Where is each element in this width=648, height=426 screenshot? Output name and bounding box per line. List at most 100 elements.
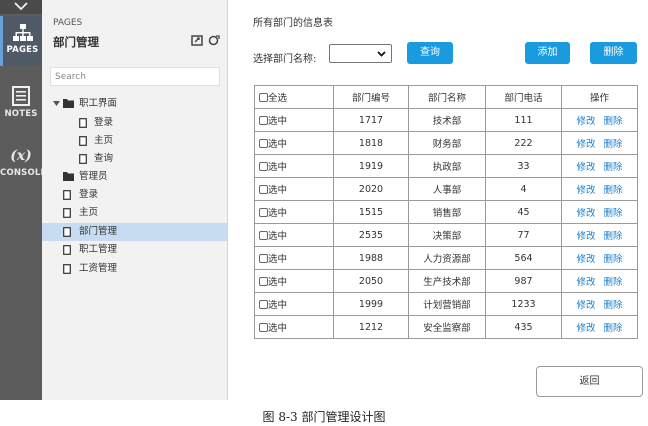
row-select-cell[interactable]: 选中 (254, 246, 334, 270)
row-checkbox[interactable] (259, 116, 268, 125)
tree-folder-admin[interactable]: 管理员 (42, 168, 227, 186)
row-checkbox[interactable] (259, 139, 268, 148)
delete-link[interactable]: 删除 (604, 162, 623, 173)
edit-link[interactable]: 修改 (576, 185, 595, 196)
row-checkbox[interactable] (259, 277, 268, 286)
rail-tab-notes[interactable]: NOTES (0, 80, 42, 130)
edit-link[interactable]: 修改 (576, 139, 595, 150)
row-select-cell[interactable]: 选中 (254, 200, 334, 224)
tree-folder-staff[interactable]: 职工界面 (42, 95, 227, 113)
actions-cell: 修改 删除 (561, 177, 638, 201)
select-all-checkbox[interactable] (259, 93, 268, 102)
edit-link[interactable]: 修改 (576, 254, 595, 265)
page-search-input[interactable] (50, 67, 220, 86)
row-select-cell[interactable]: 选中 (254, 292, 334, 316)
table-row: 选中 1717 技术部 111 修改 删除 (254, 108, 638, 132)
dept-name-cell: 财务部 (408, 131, 486, 155)
delete-link[interactable]: 删除 (604, 323, 623, 334)
delete-link[interactable]: 删除 (604, 208, 623, 219)
delete-link[interactable]: 删除 (604, 300, 623, 311)
add-page-icon[interactable] (191, 35, 203, 46)
query-button[interactable]: 查询 (407, 42, 453, 64)
dept-phone-cell: 1233 (485, 292, 562, 316)
edit-link[interactable]: 修改 (576, 208, 595, 219)
tree-label: 职工界面 (79, 98, 118, 109)
row-select-cell[interactable]: 选中 (254, 154, 334, 178)
dept-name-cell: 生产技术部 (408, 269, 486, 293)
tree-label: 主页 (79, 207, 99, 218)
page-icon (79, 136, 87, 146)
tree-label: 查询 (94, 153, 114, 164)
edit-link[interactable]: 修改 (576, 116, 595, 127)
edit-link[interactable]: 修改 (576, 277, 595, 288)
actions-cell: 修改 删除 (561, 131, 638, 155)
add-folder-icon[interactable] (208, 35, 220, 46)
select-all-label: 全选 (268, 93, 288, 104)
dept-phone-cell: 111 (485, 108, 562, 132)
tree-label: 主页 (94, 135, 114, 146)
row-select-cell[interactable]: 选中 (254, 131, 334, 155)
tree-label: 工资管理 (79, 263, 118, 274)
edit-link[interactable]: 修改 (576, 323, 595, 334)
variable-icon: (x) (10, 148, 32, 164)
column-header-name: 部门名称 (408, 85, 486, 109)
row-select-cell[interactable]: 选中 (254, 223, 334, 247)
edit-link[interactable]: 修改 (576, 231, 595, 242)
row-checkbox[interactable] (259, 231, 268, 240)
dept-id-cell: 2050 (333, 269, 409, 293)
row-checkbox[interactable] (259, 254, 268, 263)
row-check-label: 选中 (268, 323, 288, 334)
row-check-label: 选中 (268, 277, 288, 288)
tree-page-staff-query[interactable]: 查询 (42, 150, 227, 168)
dept-name-cell: 技术部 (408, 108, 486, 132)
row-check-label: 选中 (268, 254, 288, 265)
delete-link[interactable]: 删除 (604, 185, 623, 196)
dept-name-select[interactable] (329, 44, 392, 63)
dept-phone-cell: 564 (485, 246, 562, 270)
dept-name-cell: 执政部 (408, 154, 486, 178)
tree-page-staff-management[interactable]: 职工管理 (42, 241, 227, 259)
row-check-label: 选中 (268, 300, 288, 311)
pages-section-label: PAGES (53, 18, 83, 28)
chevron-down-icon (377, 51, 386, 57)
edit-link[interactable]: 修改 (576, 162, 595, 173)
row-select-cell[interactable]: 选中 (254, 315, 334, 339)
sitemap-icon (12, 24, 33, 41)
pages-panel: PAGES 部门管理 职工界面 登录 主页 查询 管理员 登录 主页 部门 (42, 0, 228, 400)
tree-page-staff-login[interactable]: 登录 (42, 114, 227, 132)
tree-page-home[interactable]: 主页 (42, 204, 227, 222)
row-checkbox[interactable] (259, 162, 268, 171)
row-select-cell[interactable]: 选中 (254, 108, 334, 132)
caret-down-icon[interactable] (53, 101, 60, 107)
delete-button[interactable]: 删除 (590, 42, 637, 64)
rail-tab-pages[interactable]: PAGES (0, 16, 42, 66)
tree-page-salary-management[interactable]: 工资管理 (42, 260, 227, 278)
row-select-cell[interactable]: 选中 (254, 177, 334, 201)
add-button[interactable]: 添加 (525, 42, 570, 64)
column-header-actions: 操作 (561, 85, 638, 109)
delete-link[interactable]: 删除 (604, 231, 623, 242)
edit-link[interactable]: 修改 (576, 300, 595, 311)
row-checkbox[interactable] (259, 208, 268, 217)
row-select-cell[interactable]: 选中 (254, 269, 334, 293)
rail-tab-console[interactable]: (x) CONSOLE (0, 144, 42, 194)
back-button[interactable]: 返回 (536, 366, 643, 397)
page-heading: 所有部门的信息表 (253, 18, 333, 29)
delete-link[interactable]: 删除 (604, 254, 623, 265)
select-all-cell[interactable]: 全选 (254, 85, 334, 109)
delete-link[interactable]: 删除 (604, 139, 623, 150)
collapse-toggle[interactable] (0, 0, 42, 14)
dept-select-label: 选择部门名称: (253, 54, 317, 65)
dept-phone-cell: 987 (485, 269, 562, 293)
table-row: 选中 1988 人力资源部 564 修改 删除 (254, 246, 638, 270)
tree-page-login[interactable]: 登录 (42, 186, 227, 204)
page-icon (63, 208, 71, 218)
row-checkbox[interactable] (259, 300, 268, 309)
delete-link[interactable]: 删除 (604, 116, 623, 127)
tree-page-dept-management[interactable]: 部门管理 (42, 223, 227, 241)
row-check-label: 选中 (268, 231, 288, 242)
tree-page-staff-home[interactable]: 主页 (42, 132, 227, 150)
row-checkbox[interactable] (259, 185, 268, 194)
row-checkbox[interactable] (259, 323, 268, 332)
delete-link[interactable]: 删除 (604, 277, 623, 288)
